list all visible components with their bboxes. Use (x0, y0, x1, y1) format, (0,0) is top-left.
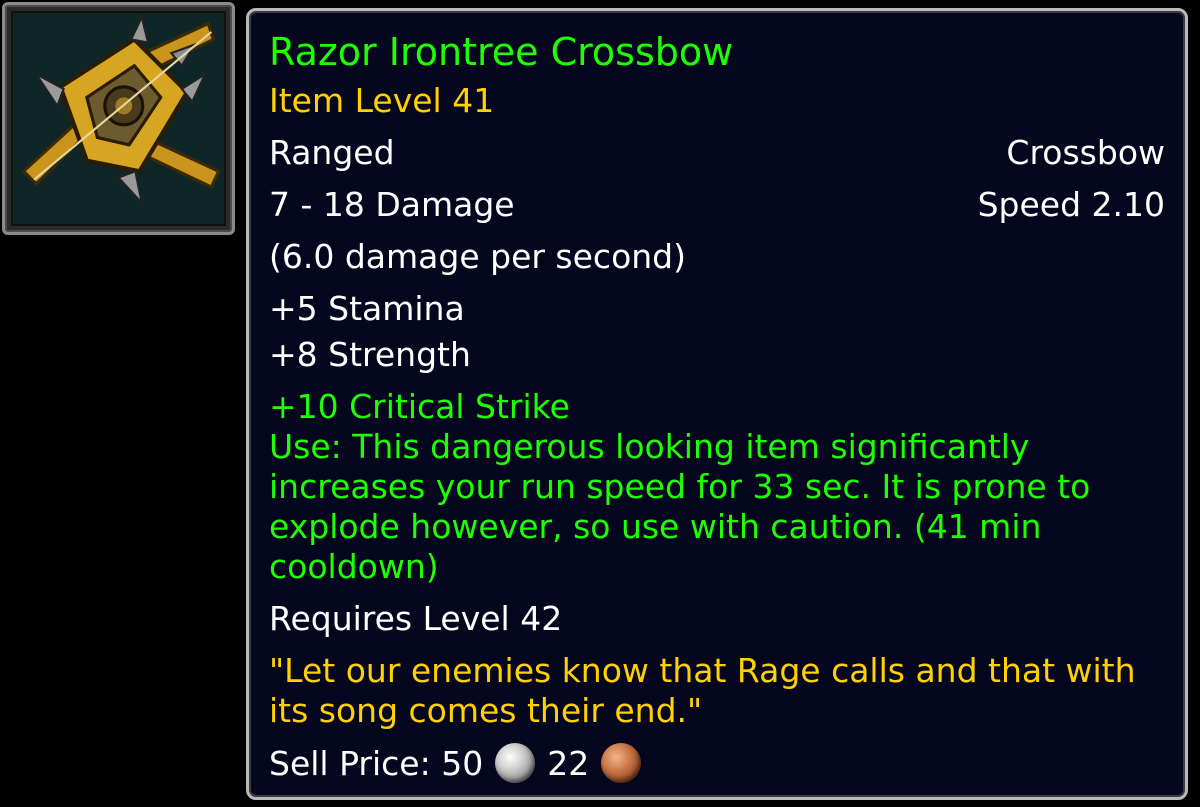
item-speed: Speed 2.10 (977, 185, 1165, 224)
item-damage: 7 - 18 Damage (269, 185, 515, 224)
copper-coin-icon (601, 743, 642, 783)
flavor-text: "Let our enemies know that Rage calls an… (269, 651, 1136, 730)
sell-price-silver: 50 (441, 744, 484, 783)
item-type: Crossbow (1006, 133, 1165, 172)
stat-stamina: +5 Stamina (269, 289, 465, 328)
crossbow-icon (11, 11, 226, 226)
level-requirement: Requires Level 42 (269, 599, 563, 638)
use-effect-text: Use: This dangerous looking item signifi… (269, 427, 1091, 586)
item-name: Razor Irontree Crossbow (269, 30, 734, 74)
item-dps: (6.0 damage per second) (269, 237, 686, 276)
item-icon-frame[interactable] (2, 2, 235, 235)
item-slot: Ranged (269, 133, 395, 172)
sell-price-copper: 22 (547, 744, 590, 783)
sell-price: Sell Price: 50 22 (269, 743, 1165, 784)
item-tooltip: Razor Irontree Crossbow Item Level 41 Ra… (246, 8, 1188, 800)
damage-speed-row: 7 - 18 Damage Speed 2.10 (269, 185, 1165, 225)
stat-strength: +8 Strength (269, 335, 471, 374)
sell-price-label: Sell Price: (269, 744, 431, 783)
item-level: Item Level 41 (269, 81, 495, 120)
stat-critical-strike: +10 Critical Strike (269, 387, 570, 426)
silver-coin-icon (495, 743, 536, 783)
slot-type-row: Ranged Crossbow (269, 133, 1165, 173)
